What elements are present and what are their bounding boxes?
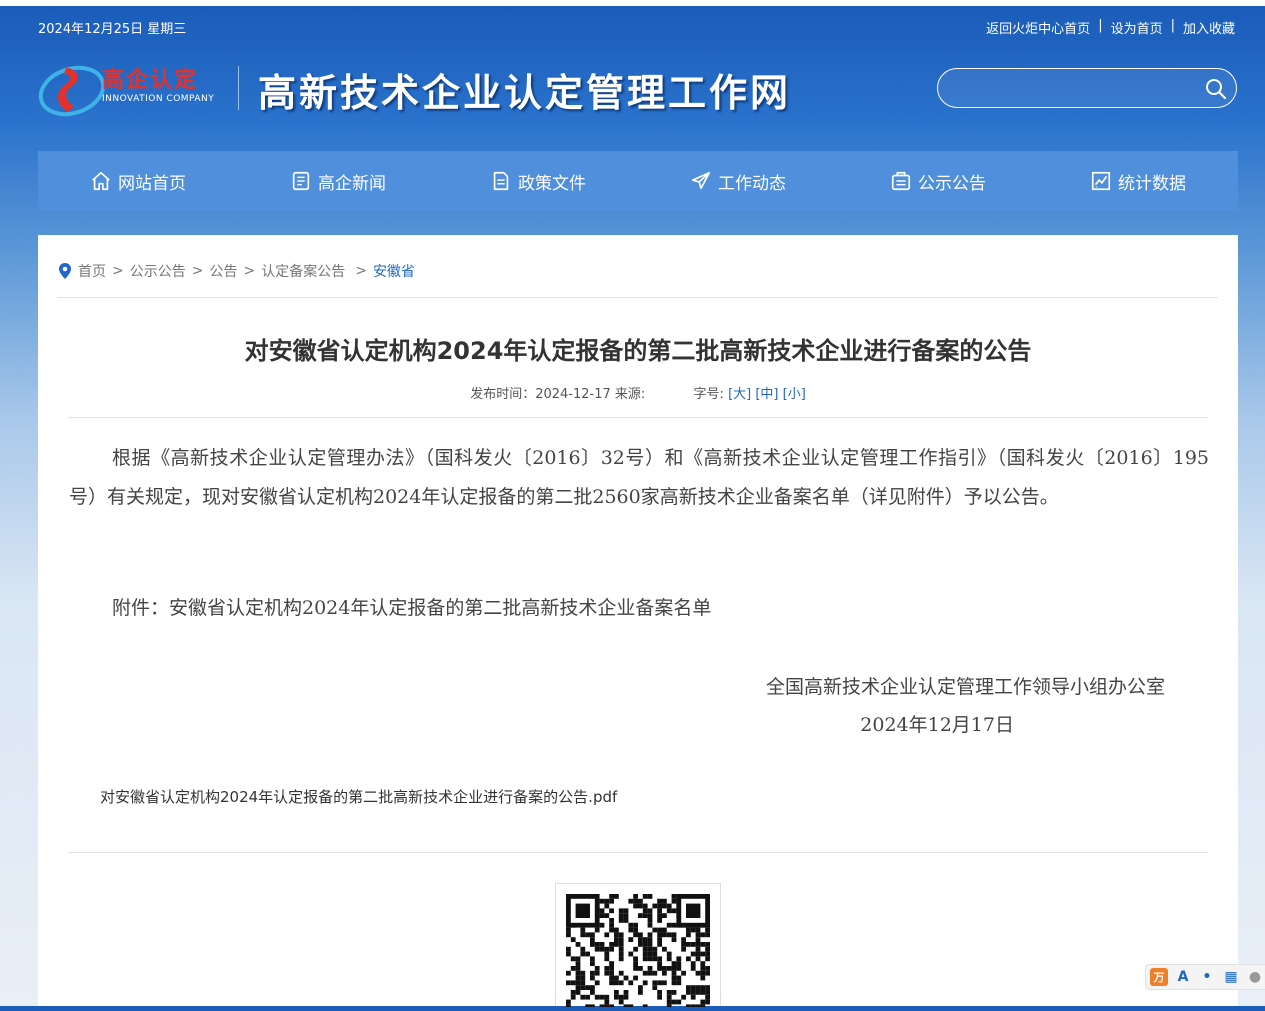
- nav-label: 高企新闻: [318, 173, 386, 194]
- current-date: 2024年12月25日 星期三: [38, 22, 187, 37]
- translate-icon[interactable]: 万: [1150, 968, 1168, 986]
- attachment-note: 附件：安徽省认定机构2024年认定报备的第二批高新技术企业备案名单: [112, 597, 712, 619]
- article-title: 对安徽省认定机构2024年认定报备的第二批高新技术企业进行备案的公告: [244, 337, 1032, 365]
- site-title: 高新技术企业认定管理工作网: [258, 70, 792, 115]
- paper-plane-icon: [691, 171, 711, 190]
- announcement-icon: [891, 171, 911, 191]
- nav-item-news[interactable]: 高企新闻: [238, 151, 438, 211]
- speech-icon[interactable]: •: [1198, 968, 1216, 986]
- divider: [58, 297, 1218, 298]
- nav-label: 网站首页: [118, 173, 186, 194]
- pdf-attachment-link[interactable]: 对安徽省认定机构2024年认定报备的第二批高新技术企业进行备案的公告.pdf: [100, 786, 617, 807]
- site-logo[interactable]: 高企认定 INNOVATION COMPANY: [38, 58, 228, 118]
- breadcrumb-current[interactable]: 安徽省: [373, 261, 415, 281]
- nav-item-home[interactable]: 网站首页: [38, 151, 238, 211]
- font-size-small[interactable]: [小]: [783, 387, 806, 402]
- article-meta: 发布时间：2024-12-17 来源: 字号: [大] [中] [小]: [38, 383, 1238, 402]
- search-icon[interactable]: [1204, 77, 1228, 101]
- breadcrumb-separator: >: [355, 263, 367, 279]
- top-links: 返回火炬中心首页 | 设为首页 | 加入收藏: [986, 18, 1235, 37]
- breadcrumb-filing-notice[interactable]: 认定备案公告: [261, 261, 345, 281]
- breadcrumb-announcements[interactable]: 公示公告: [130, 261, 186, 281]
- set-homepage-link[interactable]: 设为首页: [1111, 18, 1163, 37]
- chart-icon: [1091, 171, 1111, 191]
- link-separator: |: [1170, 18, 1175, 33]
- link-separator: |: [1098, 18, 1103, 33]
- logo-swirl-icon: [38, 65, 106, 117]
- signature-date: 2024年12月17日: [860, 714, 1014, 736]
- nav-label: 公示公告: [918, 173, 986, 194]
- logo-text: 高企认定: [102, 68, 199, 93]
- breadcrumb-separator: >: [112, 263, 124, 279]
- signature-org: 全国高新技术企业认定管理工作领导小组办公室: [765, 676, 1165, 698]
- divider: [68, 852, 1208, 853]
- home-link[interactable]: 返回火炬中心首页: [986, 18, 1090, 37]
- logo-divider: [238, 66, 239, 110]
- qr-code-image: [566, 894, 710, 1011]
- breadcrumb: 首页 > 公示公告 > 公告 > 认定备案公告 > 安徽省: [58, 261, 415, 281]
- news-icon: [292, 171, 310, 191]
- main-nav: 网站首页 高企新闻 政策文件 工作动态 公示公告 统计数据: [38, 151, 1238, 211]
- logo-subtext: INNOVATION COMPANY: [102, 94, 215, 104]
- nav-item-announcements[interactable]: 公示公告: [838, 151, 1038, 211]
- add-favorite-link[interactable]: 加入收藏: [1183, 18, 1235, 37]
- signature-block: 全国高新技术企业认定管理工作领导小组办公室 2024年12月17日: [766, 668, 1165, 744]
- nav-label: 政策文件: [518, 173, 586, 194]
- qr-code: [555, 883, 721, 1011]
- location-pin-icon: [59, 263, 71, 279]
- breadcrumb-separator: >: [243, 263, 256, 279]
- user-icon[interactable]: ●: [1246, 968, 1264, 986]
- font-size-large[interactable]: [大]: [728, 387, 751, 402]
- article-body: 根据《高新技术企业认定管理办法》（国科发火〔2016〕32号）和《高新技术企业认…: [69, 439, 1209, 516]
- font-size-label: 字号:: [693, 387, 724, 402]
- main-content: 首页 > 公示公告 > 公告 > 认定备案公告 > 安徽省 对安徽省认定机构20…: [38, 235, 1238, 1011]
- accessibility-toolbar: 万 A • ▦ ●: [1145, 964, 1265, 990]
- keyboard-icon[interactable]: ▦: [1222, 968, 1240, 986]
- nav-item-work-updates[interactable]: 工作动态: [638, 151, 838, 211]
- nav-label: 工作动态: [718, 173, 786, 194]
- breadcrumb-separator: >: [191, 263, 204, 279]
- publish-info: 发布时间：2024-12-17 来源:: [470, 387, 646, 402]
- article-paragraph: 根据《高新技术企业认定管理办法》（国科发火〔2016〕32号）和《高新技术企业认…: [69, 447, 1209, 508]
- breadcrumb-notice[interactable]: 公告: [209, 261, 237, 281]
- divider: [68, 417, 1208, 418]
- nav-label: 统计数据: [1118, 173, 1186, 194]
- font-size-medium[interactable]: [中]: [755, 387, 778, 402]
- nav-item-statistics[interactable]: 统计数据: [1038, 151, 1238, 211]
- font-icon[interactable]: A: [1174, 968, 1192, 986]
- breadcrumb-home[interactable]: 首页: [78, 261, 106, 281]
- home-icon: [92, 171, 110, 191]
- search-input[interactable]: [952, 77, 1196, 101]
- nav-item-policy[interactable]: 政策文件: [438, 151, 638, 211]
- search-box[interactable]: [937, 68, 1237, 108]
- document-icon: [493, 171, 509, 191]
- site-header: 2024年12月25日 星期三 返回火炬中心首页 | 设为首页 | 加入收藏 高…: [0, 6, 1265, 151]
